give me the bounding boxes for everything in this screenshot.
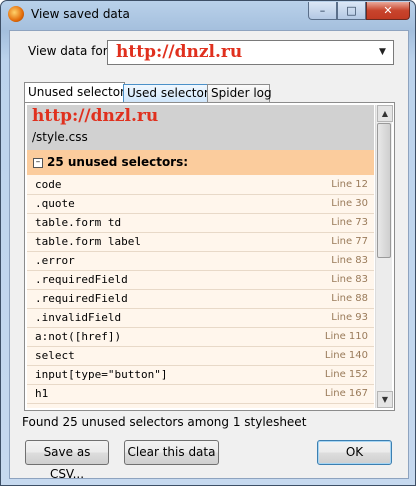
group-title: 25 unused selectors: (47, 155, 189, 169)
stylesheet-path: /style.css (32, 130, 88, 144)
status-text: Found 25 unused selectors among 1 styles… (22, 415, 307, 429)
site-header: http://dnzl.ru /style.css (27, 105, 374, 150)
selector-text: .requiredField (35, 273, 128, 286)
line-number: Line 88 (331, 293, 368, 304)
line-number: Line 152 (324, 369, 368, 380)
results-list: http://dnzl.ru /style.css – 25 unused se… (27, 105, 374, 408)
line-number: Line 110 (324, 331, 368, 342)
vertical-scrollbar[interactable]: ▲ ▼ (375, 105, 393, 408)
table-row[interactable]: input[type="button"] Line 152 (27, 365, 374, 385)
selector-text: .quote (35, 197, 75, 210)
table-row[interactable]: .error Line 83 (27, 251, 374, 271)
window-controls: – □ ✕ (308, 2, 410, 20)
selector-text: input[type="button"] (35, 368, 168, 381)
line-number: Line 73 (331, 217, 368, 228)
dialog-window: View saved data – □ ✕ View data for: htt… (0, 0, 416, 486)
selector-text: .requiredField (35, 292, 128, 305)
line-number: Line 83 (331, 255, 368, 266)
site-select[interactable]: http://dnzl.ru ▼ (107, 40, 394, 65)
chevron-down-icon[interactable]: ▼ (374, 43, 391, 62)
site-select-value: http://dnzl.ru (116, 42, 243, 62)
selector-text: select (35, 349, 75, 362)
table-row[interactable]: table.form label Line 77 (27, 232, 374, 252)
table-row[interactable]: table.form td Line 73 (27, 213, 374, 233)
tab-used-selectors[interactable]: Used selectors (123, 84, 215, 102)
table-row[interactable]: .quote Line 30 (27, 194, 374, 214)
line-number: Line 83 (331, 274, 368, 285)
clear-data-button[interactable]: Clear this data (124, 440, 219, 465)
selector-rows: code Line 12 .quote Line 30 table.form td L… (27, 175, 374, 408)
dialog-body: View data for: http://dnzl.ru ▼ Unused s… (9, 30, 409, 481)
maximize-button[interactable]: □ (337, 2, 366, 20)
title-bar[interactable]: View saved data – □ ✕ (1, 1, 415, 29)
table-row[interactable]: code Line 12 (27, 175, 374, 195)
view-data-label: View data for: (28, 44, 112, 58)
table-row[interactable]: a:not([href]) Line 110 (27, 327, 374, 347)
tab-unused-selectors[interactable]: Unused selectors (24, 82, 131, 103)
line-number: Line 140 (324, 350, 368, 361)
line-number: Line 167 (324, 388, 368, 399)
selector-text: table.form td (35, 216, 122, 229)
site-url: http://dnzl.ru (32, 106, 159, 126)
unused-group-header[interactable]: – 25 unused selectors: (27, 150, 374, 175)
line-number: Line 77 (331, 236, 368, 247)
selector-text: .invalidField (35, 311, 122, 324)
window-title: View saved data (31, 7, 130, 21)
table-row[interactable]: .requiredField Line 83 (27, 270, 374, 290)
table-row[interactable]: select Line 140 (27, 346, 374, 366)
selector-text: .error (35, 254, 75, 267)
scroll-down-icon[interactable]: ▼ (377, 391, 393, 408)
minus-box-icon[interactable]: – (33, 158, 43, 168)
table-row[interactable]: .requiredField Line 88 (27, 289, 374, 309)
ok-button[interactable]: OK (317, 440, 392, 465)
save-csv-button[interactable]: Save as CSV... (25, 440, 109, 481)
table-row[interactable]: .invalidField Line 93 (27, 308, 374, 328)
minimize-button[interactable]: – (308, 2, 337, 20)
selector-text: a:not([href]) (35, 330, 122, 343)
close-button[interactable]: ✕ (366, 2, 410, 20)
scrollbar-thumb[interactable] (377, 123, 391, 258)
selector-text: table.form label (35, 235, 141, 248)
selector-text: h1 (35, 387, 49, 400)
table-row[interactable]: h1 Line 167 (27, 384, 374, 404)
line-number: Line 30 (331, 198, 368, 209)
firefox-icon (8, 6, 24, 22)
scroll-up-icon[interactable]: ▲ (377, 105, 393, 122)
tab-spider-log[interactable]: Spider log (207, 84, 272, 102)
selector-text: code (35, 178, 62, 191)
line-number: Line 12 (331, 179, 368, 190)
line-number: Line 93 (331, 312, 368, 323)
results-panel: http://dnzl.ru /style.css – 25 unused se… (24, 102, 395, 411)
